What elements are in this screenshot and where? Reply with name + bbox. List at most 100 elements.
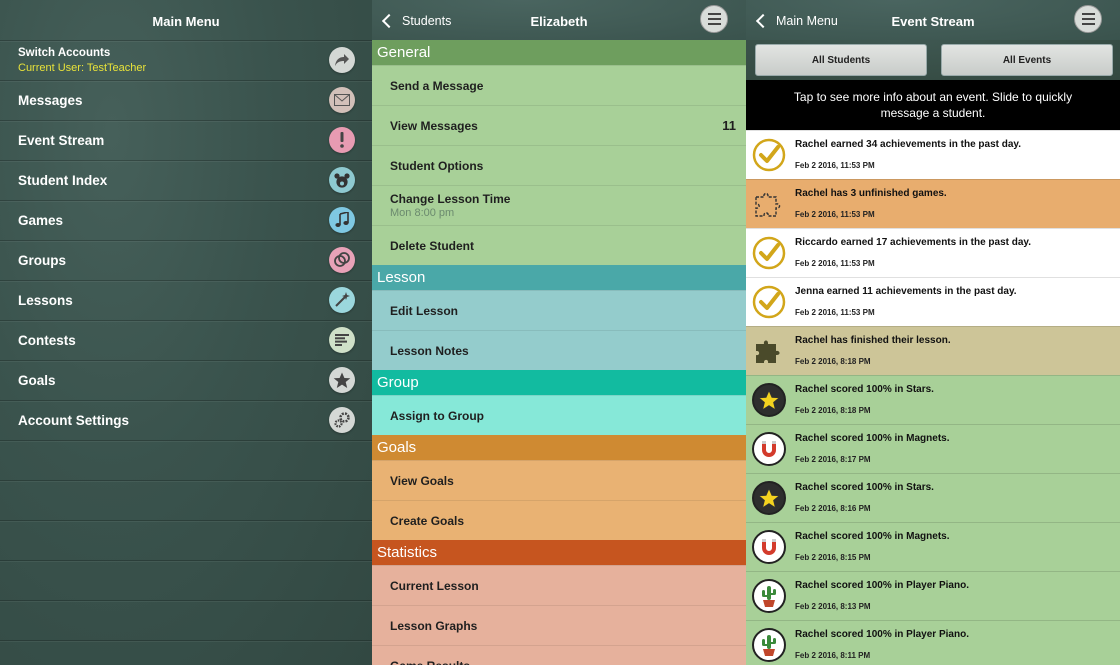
menu-item-messages[interactable]: Messages (0, 80, 372, 120)
menu-item-groups[interactable]: Groups (0, 240, 372, 280)
menu-item-contests[interactable]: Contests (0, 320, 372, 360)
all-students-filter-button[interactable]: All Students (755, 44, 927, 76)
item-label: Student Options (390, 159, 484, 173)
switch-accounts-label: Switch Accounts (18, 47, 111, 59)
event-timestamp: Feb 2 2016, 11:53 PM (795, 308, 875, 317)
event-text: Rachel scored 100% in Stars. (795, 482, 934, 493)
change-lesson-time-item[interactable]: Change Lesson Time Mon 8:00 pm (372, 185, 746, 225)
current-user-label: Current User: TestTeacher (18, 62, 147, 74)
event-row[interactable]: Rachel scored 100% in Player Piano. Feb 2… (746, 620, 1120, 665)
event-timestamp: Feb 2 2016, 11:53 PM (795, 210, 875, 219)
event-row[interactable]: Riccardo earned 17 achievements in the p… (746, 228, 1120, 277)
menu-item-goals[interactable]: Goals (0, 360, 372, 400)
event-row[interactable]: Rachel has finished their lesson. Feb 2 2… (746, 326, 1120, 375)
event-text: Rachel scored 100% in Magnets. (795, 531, 950, 542)
event-row[interactable]: Jenna earned 11 achievements in the past… (746, 277, 1120, 326)
menu-item-label: Lessons (18, 293, 73, 308)
section-header-goals: Goals (372, 435, 746, 460)
student-header: Students Elizabeth (372, 0, 746, 40)
menu-divider (0, 440, 372, 480)
menu-item-label: Student Index (18, 173, 108, 188)
section-header-statistics: Statistics (372, 540, 746, 565)
event-timestamp: Feb 2 2016, 8:17 PM (795, 455, 871, 464)
delete-student-item[interactable]: Delete Student (372, 225, 746, 265)
star-badge-icon (751, 480, 787, 516)
edit-lesson-item[interactable]: Edit Lesson (372, 290, 746, 330)
item-label: Assign to Group (390, 409, 484, 423)
event-row[interactable]: Rachel scored 100% in Stars. Feb 2 2016, … (746, 473, 1120, 522)
event-timestamp: Feb 2 2016, 8:15 PM (795, 553, 871, 562)
game-results-item[interactable]: Game Results (372, 645, 746, 665)
event-text: Rachel scored 100% in Player Piano. (795, 629, 969, 640)
event-text: Rachel scored 100% in Magnets. (795, 433, 950, 444)
menu-divider (0, 480, 372, 520)
event-text: Rachel has 3 unfinished games. (795, 188, 947, 199)
item-label: View Messages (390, 119, 478, 133)
menu-item-lessons[interactable]: Lessons (0, 280, 372, 320)
list-icon (329, 327, 355, 353)
item-label: View Goals (390, 474, 454, 488)
lesson-notes-item[interactable]: Lesson Notes (372, 330, 746, 370)
item-label: Current Lesson (390, 579, 479, 593)
checkmark-icon (751, 235, 787, 271)
rings-icon (329, 247, 355, 273)
menu-item-label: Contests (18, 333, 76, 348)
assign-to-group-item[interactable]: Assign to Group (372, 395, 746, 435)
item-label: Edit Lesson (390, 304, 459, 318)
magnet-badge-icon (751, 431, 787, 467)
lesson-graphs-item[interactable]: Lesson Graphs (372, 605, 746, 645)
view-messages-item[interactable]: View Messages 11 (372, 105, 746, 145)
main-menu-header: Main Menu (0, 0, 372, 40)
menu-item-label: Groups (18, 253, 67, 268)
item-label: Lesson Notes (390, 344, 469, 358)
create-goals-item[interactable]: Create Goals (372, 500, 746, 540)
magic-wand-icon (329, 287, 355, 313)
message-count-badge: 11 (722, 118, 736, 133)
event-row[interactable]: Rachel scored 100% in Player Piano. Feb 2… (746, 571, 1120, 620)
hamburger-menu-icon[interactable] (700, 5, 728, 33)
menu-divider (0, 520, 372, 560)
switch-accounts-item[interactable]: Switch Accounts Current User: TestTeache… (0, 40, 372, 80)
menu-item-label: Account Settings (18, 413, 130, 428)
magnet-badge-icon (751, 529, 787, 565)
event-row[interactable]: Rachel scored 100% in Magnets. Feb 2 2016… (746, 424, 1120, 473)
star-badge-icon (751, 382, 787, 418)
event-stream-title: Event Stream (891, 14, 975, 29)
event-timestamp: Feb 2 2016, 8:11 PM (795, 651, 871, 660)
menu-divider (0, 600, 372, 640)
event-timestamp: Feb 2 2016, 8:16 PM (795, 504, 871, 513)
exclamation-icon (329, 127, 355, 153)
event-row[interactable]: Rachel scored 100% in Stars. Feb 2 2016, … (746, 375, 1120, 424)
event-row[interactable]: Rachel earned 34 achievements in the pas… (746, 130, 1120, 179)
event-row[interactable]: Rachel has 3 unfinished games. Feb 2 2016… (746, 179, 1120, 228)
event-timestamp: Feb 2 2016, 8:18 PM (795, 406, 871, 415)
current-lesson-item[interactable]: Current Lesson (372, 565, 746, 605)
menu-item-student-index[interactable]: Student Index (0, 160, 372, 200)
student-options-item[interactable]: Student Options (372, 145, 746, 185)
music-note-icon (329, 207, 355, 233)
menu-divider (0, 640, 372, 665)
item-label: Delete Student (390, 239, 475, 253)
menu-item-games[interactable]: Games (0, 200, 372, 240)
menu-item-account-settings[interactable]: Account Settings (0, 400, 372, 440)
student-name-title: Elizabeth (530, 14, 588, 29)
menu-item-event-stream[interactable]: Event Stream (0, 120, 372, 160)
view-goals-item[interactable]: View Goals (372, 460, 746, 500)
hamburger-menu-icon[interactable] (1074, 5, 1102, 33)
student-detail-panel: Students Elizabeth General Send a Message… (372, 0, 746, 665)
event-timestamp: Feb 2 2016, 8:18 PM (795, 357, 871, 366)
event-stream-header: Main Menu Event Stream (746, 0, 1120, 40)
all-events-filter-button[interactable]: All Events (941, 44, 1113, 76)
menu-item-label: Games (18, 213, 64, 228)
item-label: Change Lesson Time (390, 192, 511, 206)
event-stream-panel: Main Menu Event Stream All Students All … (746, 0, 1120, 665)
main-menu-panel: Main Menu Switch Accounts Current User: … (0, 0, 372, 665)
event-row[interactable]: Rachel scored 100% in Magnets. Feb 2 2016… (746, 522, 1120, 571)
event-text: Rachel scored 100% in Player Piano. (795, 580, 969, 591)
event-timestamp: Feb 2 2016, 11:53 PM (795, 161, 875, 170)
main-menu-title: Main Menu (152, 14, 220, 29)
cactus-badge-icon (751, 578, 787, 614)
event-text: Rachel has finished their lesson. (795, 335, 951, 346)
send-a-message-item[interactable]: Send a Message (372, 65, 746, 105)
gear-icon (329, 407, 355, 433)
